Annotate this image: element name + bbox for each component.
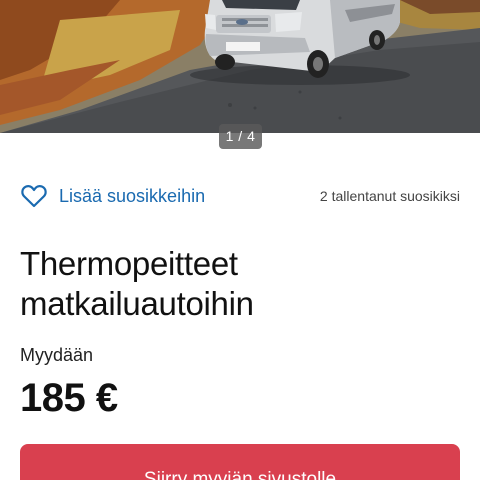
gallery-page-indicator: 1 / 4	[219, 124, 262, 149]
add-to-favorites-label: Lisää suosikkeihin	[59, 185, 206, 206]
listing-title: Thermopeitteet matkailuautoihin	[20, 245, 254, 322]
add-to-favorites-button[interactable]: Lisää suosikkeihin	[20, 178, 205, 214]
listing-price: 185 €	[20, 376, 118, 420]
favorite-row: Lisää suosikkeihin 2 tallentanut suosiki…	[20, 178, 460, 214]
listing-photo[interactable]	[0, 0, 480, 133]
favorite-count-text: 2 tallentanut suosikiksi	[319, 188, 460, 204]
sale-type-label: Myydään	[20, 345, 94, 365]
heart-outline-icon	[20, 182, 48, 210]
listing-page: 1 / 4 Lisää suosikkeihin 2 tallentanut s…	[0, 0, 480, 480]
go-to-seller-site-button[interactable]: Siirry myyjän sivustolle	[20, 444, 460, 480]
motorhome-photo	[0, 0, 480, 133]
